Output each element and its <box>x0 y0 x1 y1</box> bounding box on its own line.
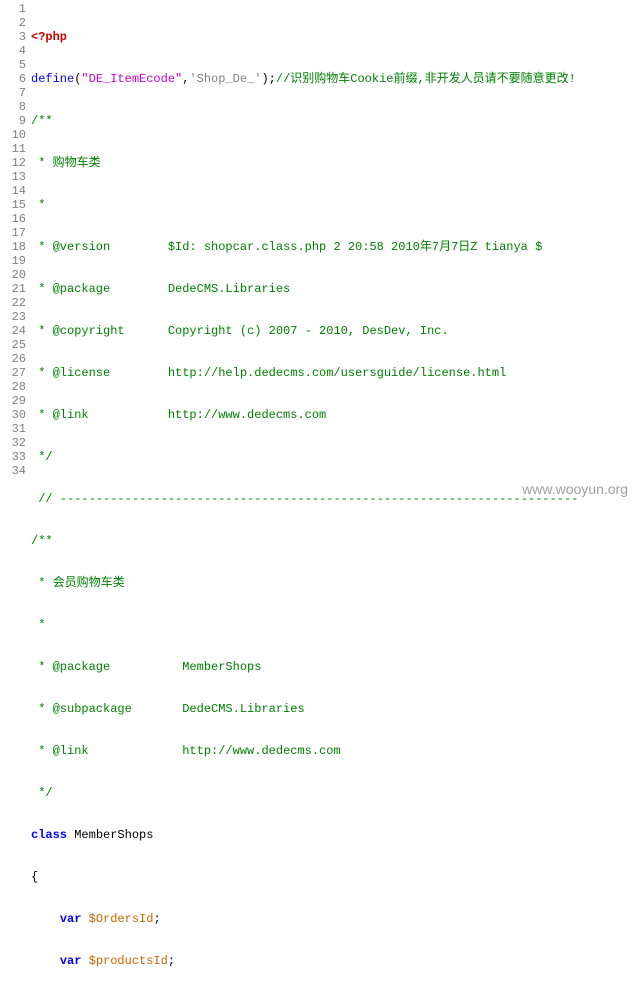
code-area[interactable]: <?php define("DE_ItemEcode",'Shop_De_');… <box>31 2 640 1002</box>
class-name: MemberShops <box>74 828 153 842</box>
code-line: <?php <box>31 30 640 44</box>
space <box>67 828 74 842</box>
line-number: 23 <box>0 310 26 324</box>
code-line: class MemberShops <box>31 828 640 842</box>
define-func: define <box>31 72 74 86</box>
docblock: * @license http://help.dedecms.com/users… <box>31 366 506 380</box>
line-number: 28 <box>0 380 26 394</box>
line-number: 17 <box>0 226 26 240</box>
line-number: 6 <box>0 72 26 86</box>
docblock: * 购物车类 <box>31 156 101 170</box>
semicolon: ; <box>153 912 160 926</box>
code-line: * 购物车类 <box>31 156 640 170</box>
docblock: * @copyright Copyright (c) 2007 - 2010, … <box>31 324 449 338</box>
separator-comment: // -------------------------------------… <box>31 492 578 506</box>
line-number: 11 <box>0 142 26 156</box>
line-number: 12 <box>0 156 26 170</box>
line-number: 21 <box>0 282 26 296</box>
line-number: 29 <box>0 394 26 408</box>
line-number: 5 <box>0 58 26 72</box>
docblock: * 会员购物车类 <box>31 576 125 590</box>
line-number: 8 <box>0 100 26 114</box>
code-line: * <box>31 618 640 632</box>
docblock: * @subpackage DedeCMS.Libraries <box>31 702 305 716</box>
line-number: 34 <box>0 464 26 478</box>
variable: $OrdersId <box>89 912 154 926</box>
semicolon: ; <box>168 954 175 968</box>
line-number-gutter: 1 2 3 4 5 6 7 8 9 10 11 12 13 14 15 16 1… <box>0 2 31 1002</box>
docblock: * <box>31 618 45 632</box>
docblock: */ <box>31 786 53 800</box>
code-line: * @license http://help.dedecms.com/users… <box>31 366 640 380</box>
line-number: 2 <box>0 16 26 30</box>
line-number: 33 <box>0 450 26 464</box>
code-line: define("DE_ItemEcode",'Shop_De_');//识别购物… <box>31 72 640 86</box>
line-number: 31 <box>0 422 26 436</box>
line-number: 15 <box>0 198 26 212</box>
code-line: * 会员购物车类 <box>31 576 640 590</box>
line-number: 20 <box>0 268 26 282</box>
docblock: /** <box>31 114 53 128</box>
code-line <box>31 996 640 1002</box>
line-number: 14 <box>0 184 26 198</box>
code-line: var $OrdersId; <box>31 912 640 926</box>
line-number: 25 <box>0 338 26 352</box>
line-number: 3 <box>0 30 26 44</box>
php-open-tag: <?php <box>31 30 67 44</box>
code-line: * @subpackage DedeCMS.Libraries <box>31 702 640 716</box>
code-line: var $productsId; <box>31 954 640 968</box>
line-number: 32 <box>0 436 26 450</box>
code-line: * @package DedeCMS.Libraries <box>31 282 640 296</box>
docblock: */ <box>31 450 53 464</box>
code-line: * @link http://www.dedecms.com <box>31 408 640 422</box>
line-number: 7 <box>0 86 26 100</box>
string-literal: "DE_ItemEcode" <box>81 72 182 86</box>
line-number: 1 <box>0 2 26 16</box>
code-line: * @copyright Copyright (c) 2007 - 2010, … <box>31 324 640 338</box>
line-number: 9 <box>0 114 26 128</box>
code-line: { <box>31 870 640 884</box>
docblock: * @link http://www.dedecms.com <box>31 744 341 758</box>
line-number: 19 <box>0 254 26 268</box>
var-keyword: var <box>60 954 82 968</box>
docblock: * @link http://www.dedecms.com <box>31 408 326 422</box>
line-number: 13 <box>0 170 26 184</box>
docblock: * @package MemberShops <box>31 660 261 674</box>
code-line: */ <box>31 450 640 464</box>
docblock: * @package DedeCMS.Libraries <box>31 282 290 296</box>
code-line: /** <box>31 534 640 548</box>
line-number: 16 <box>0 212 26 226</box>
rparen: ) <box>261 72 268 86</box>
docblock: * @version $Id: shopcar.class.php 2 20:5… <box>31 240 542 254</box>
line-number: 10 <box>0 128 26 142</box>
line-number: 27 <box>0 366 26 380</box>
variable: $productsId <box>89 954 168 968</box>
code-editor: 1 2 3 4 5 6 7 8 9 10 11 12 13 14 15 16 1… <box>0 0 640 1002</box>
code-line: /** <box>31 114 640 128</box>
code-line: * @package MemberShops <box>31 660 640 674</box>
line-number: 24 <box>0 324 26 338</box>
brace: { <box>31 870 38 884</box>
code-line: * @link http://www.dedecms.com <box>31 744 640 758</box>
semicolon: ; <box>269 72 276 86</box>
var-keyword: var <box>60 912 82 926</box>
class-keyword: class <box>31 828 67 842</box>
docblock: * <box>31 198 45 212</box>
line-comment: //识别购物车Cookie前缀,非开发人员请不要随意更改! <box>276 72 576 86</box>
docblock: /** <box>31 534 53 548</box>
line-number: 30 <box>0 408 26 422</box>
watermark-text: www.wooyun.org <box>522 481 628 497</box>
line-number: 22 <box>0 296 26 310</box>
code-line: * <box>31 198 640 212</box>
code-line: * @version $Id: shopcar.class.php 2 20:5… <box>31 240 640 254</box>
line-number: 26 <box>0 352 26 366</box>
line-number: 4 <box>0 44 26 58</box>
string-literal: 'Shop_De_' <box>189 72 261 86</box>
line-number: 18 <box>0 240 26 254</box>
code-line: */ <box>31 786 640 800</box>
